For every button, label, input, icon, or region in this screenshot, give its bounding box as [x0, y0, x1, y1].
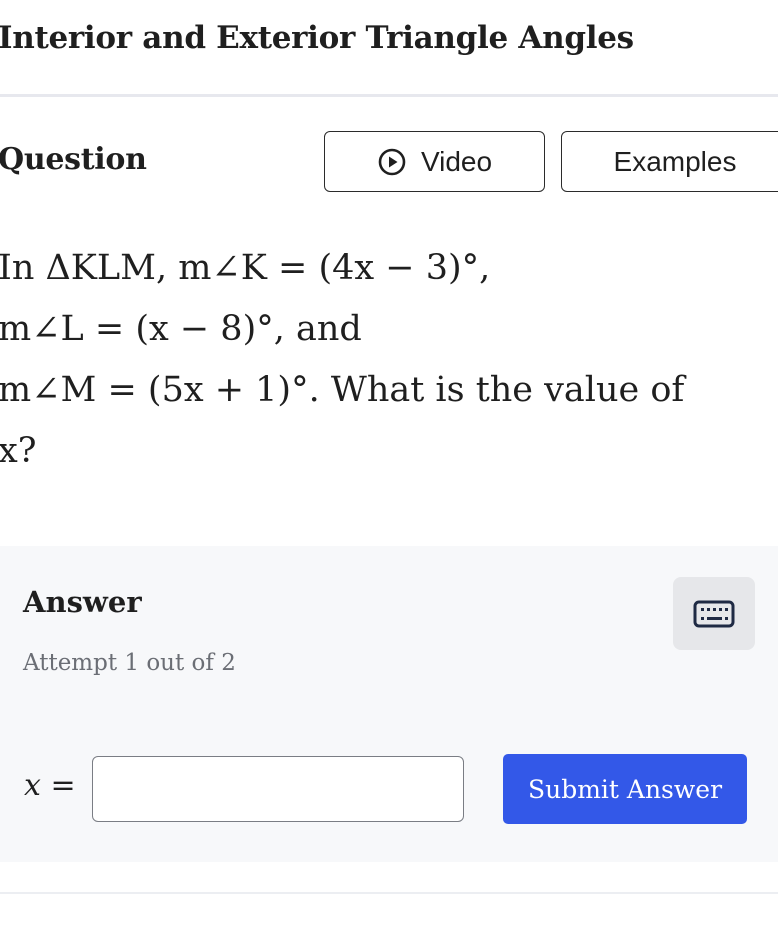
- question-text: In ΔKLM, m∠K = (4x − 3)°, m∠L = (x − 8)°…: [0, 238, 778, 482]
- keyboard-button[interactable]: [673, 577, 755, 650]
- video-button-label: Video: [420, 145, 493, 177]
- examples-button[interactable]: Examples: [561, 131, 778, 192]
- question-line: x?: [0, 431, 37, 471]
- examples-button-label: Examples: [613, 145, 737, 177]
- question-line: m∠M = (5x + 1)°. What is the value of: [0, 370, 685, 410]
- variable-label: x =: [24, 768, 76, 803]
- page-title: Interior and Exterior Triangle Angles: [0, 20, 634, 56]
- video-button[interactable]: Video: [324, 131, 545, 192]
- attempt-counter: Attempt 1 out of 2: [23, 650, 236, 676]
- answer-heading: Answer: [23, 585, 142, 619]
- question-heading: Question: [0, 142, 147, 177]
- submit-answer-button[interactable]: Submit Answer: [503, 754, 747, 824]
- page-header: Interior and Exterior Triangle Angles: [0, 0, 778, 97]
- question-line: m∠L = (x − 8)°, and: [0, 309, 362, 349]
- play-circle-icon: [377, 147, 407, 177]
- divider: [0, 892, 778, 894]
- keyboard-icon: [693, 600, 735, 627]
- question-line: In ΔKLM, m∠K = (4x − 3)°,: [0, 248, 491, 288]
- answer-input[interactable]: [92, 756, 464, 822]
